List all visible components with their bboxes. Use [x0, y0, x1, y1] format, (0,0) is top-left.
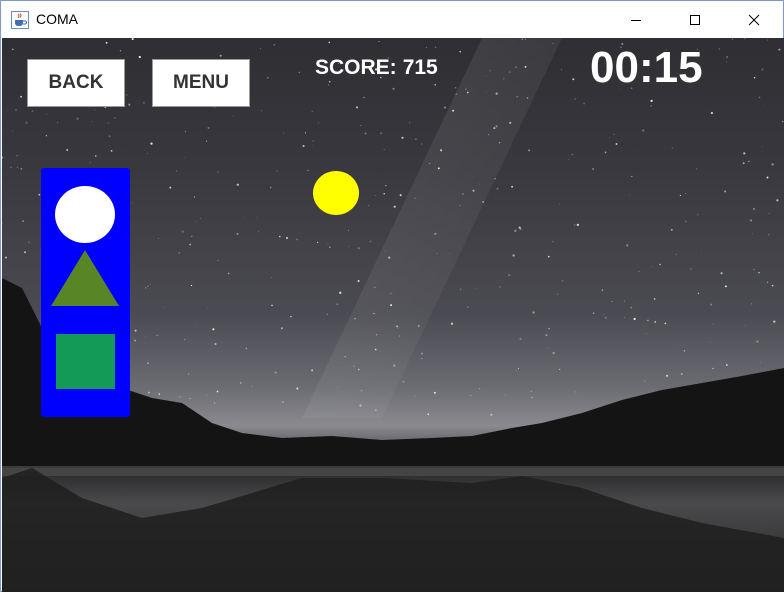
maximize-icon [690, 14, 700, 25]
minimize-icon [631, 19, 641, 21]
score-label: SCORE: [315, 56, 397, 79]
minimize-button[interactable] [607, 1, 665, 38]
square-shape-button[interactable] [56, 334, 115, 389]
title-bar[interactable]: COMA [1, 1, 783, 38]
triangle-shape-button[interactable] [51, 250, 119, 306]
window-title: COMA [36, 11, 78, 27]
shape-palette [41, 168, 130, 417]
score-value: 715 [402, 56, 438, 79]
close-icon [748, 14, 760, 25]
circle-shape-button[interactable] [55, 186, 115, 243]
timer-display: 00:15 [590, 43, 703, 92]
game-canvas[interactable]: BACK MENU SCORE: 715 00:15 [2, 38, 784, 592]
score-display: SCORE: 715 [315, 56, 438, 80]
falling-ball[interactable] [313, 171, 359, 215]
java-cup-icon [11, 11, 29, 29]
close-button[interactable] [725, 1, 783, 38]
menu-button[interactable]: MENU [152, 59, 250, 107]
back-button[interactable]: BACK [27, 59, 125, 107]
maximize-button[interactable] [666, 1, 724, 38]
app-window: COMA BACK MENU SCORE: 715 00:15 [0, 0, 784, 592]
